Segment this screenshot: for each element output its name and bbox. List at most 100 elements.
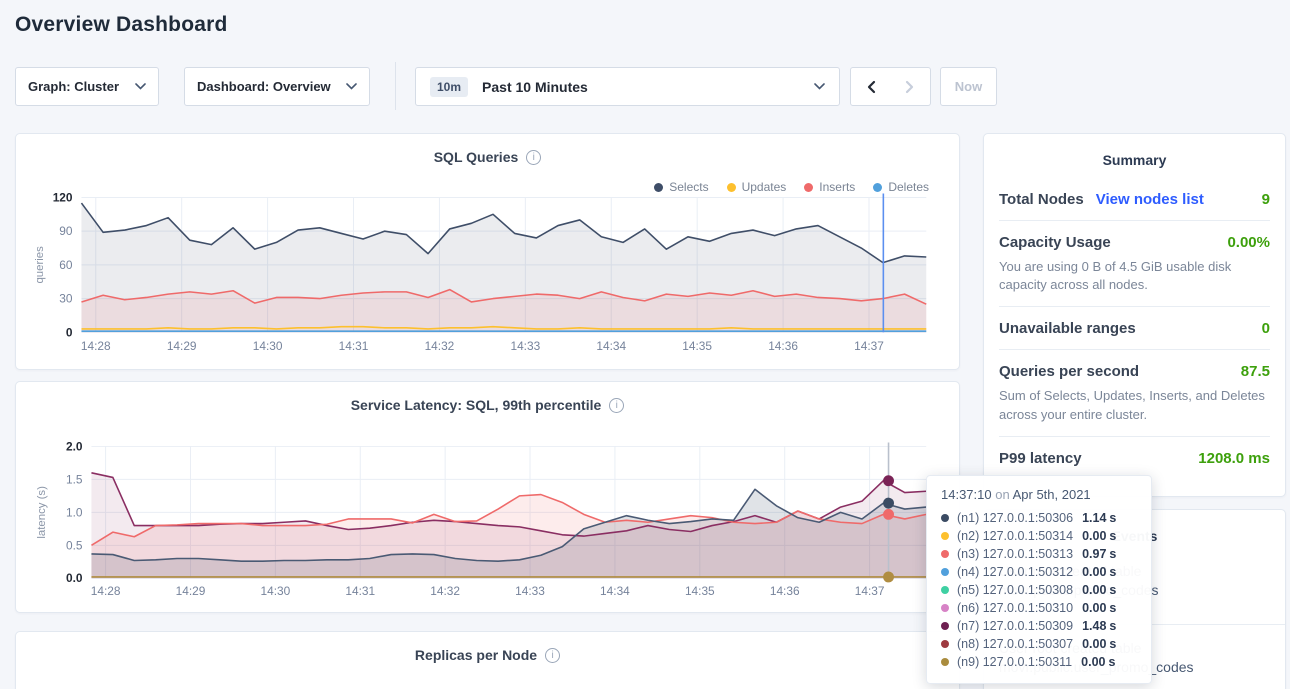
legend-dot-icon [727,183,736,192]
svg-text:90: 90 [59,224,73,238]
svg-text:1.0: 1.0 [66,505,83,519]
svg-text:0.0: 0.0 [66,571,83,585]
legend-label: Deletes [888,180,929,194]
tooltip-node-value: 0.00 [1082,529,1106,543]
summary-row-subtext: Sum of Selects, Updates, Inserts, and De… [999,387,1270,423]
tooltip-node-unit: s [1109,637,1116,651]
node-color-dot-icon [941,568,949,576]
svg-text:14:30: 14:30 [253,339,283,353]
svg-text:14:36: 14:36 [768,339,798,353]
info-icon[interactable]: i [545,648,560,663]
legend-item-selects[interactable]: Selects [654,180,708,194]
summary-row: Total Nodes View nodes list 9 [999,178,1270,220]
info-icon[interactable]: i [526,150,541,165]
time-range-next-button[interactable] [890,67,931,106]
service-latency-chart[interactable]: 14:2814:2914:3014:3114:3214:3314:3414:35… [16,382,959,612]
node-color-dot-icon [941,604,949,612]
tooltip-row: (n6) 127.0.0.1:503100.00s [941,599,1137,617]
summary-row-label: P99 latency [999,450,1082,467]
legend-item-updates[interactable]: Updates [727,180,787,194]
sql-queries-legend: Selects Updates Inserts Deletes [654,180,929,194]
tooltip-node-label: (n3) 127.0.0.1:50313 [957,547,1073,561]
tooltip-node-label: (n2) 127.0.0.1:50314 [957,529,1073,543]
time-range-prev-button[interactable] [850,67,891,106]
replicas-per-node-panel: Replicas per Node i [15,631,960,689]
tooltip-node-unit: s [1109,547,1116,561]
sql-queries-chart[interactable]: 14:2814:2914:3014:3114:3214:3314:3414:35… [16,134,959,369]
svg-text:60: 60 [59,258,73,272]
tooltip-date: Apr 5th, 2021 [1013,487,1091,502]
chevron-right-icon [905,80,915,94]
graph-dropdown[interactable]: Graph: Cluster [15,67,159,106]
summary-row: Queries per second87.5Sum of Selects, Up… [999,349,1270,435]
dashboard-dropdown[interactable]: Dashboard: Overview [184,67,370,106]
tooltip-node-label: (n7) 127.0.0.1:50309 [957,619,1073,633]
tooltip-node-label: (n8) 127.0.0.1:50307 [957,637,1073,651]
tooltip-node-label: (n6) 127.0.0.1:50310 [957,601,1073,615]
summary-row-value: 1208.0 ms [1198,450,1270,467]
svg-text:2.0: 2.0 [66,439,83,453]
summary-row-value: 87.5 [1241,363,1270,380]
tooltip-node-label: (n5) 127.0.0.1:50308 [957,583,1073,597]
tooltip-node-label: (n9) 127.0.0.1:50311 [957,655,1072,669]
replicas-per-node-title-text: Replicas per Node [415,647,537,663]
svg-text:120: 120 [53,190,73,204]
svg-text:14:28: 14:28 [81,339,111,353]
node-color-dot-icon [941,658,949,666]
summary-row-label: Total Nodes [999,191,1084,208]
node-color-dot-icon [941,550,949,558]
legend-item-inserts[interactable]: Inserts [804,180,855,194]
service-latency-title-text: Service Latency: SQL, 99th percentile [351,397,602,413]
svg-text:1.5: 1.5 [66,472,83,486]
tooltip-on-text: on [995,487,1009,502]
tooltip-node-unit: s [1109,565,1116,579]
svg-text:14:35: 14:35 [685,584,715,598]
chevron-left-icon [866,80,876,94]
svg-text:0.5: 0.5 [66,538,83,552]
tooltip-node-value: 1.48 [1082,619,1106,633]
svg-text:14:28: 14:28 [91,584,121,598]
graph-dropdown-label: Graph: Cluster [28,79,119,94]
legend-dot-icon [654,183,663,192]
summary-row: Unavailable ranges0 [999,306,1270,349]
svg-text:14:32: 14:32 [425,339,455,353]
tooltip-row: (n4) 127.0.0.1:503120.00s [941,563,1137,581]
tooltip-node-value: 0.00 [1082,583,1106,597]
now-button[interactable]: Now [940,67,997,106]
sql-queries-title-text: SQL Queries [434,149,519,165]
tooltip-row: (n9) 127.0.0.1:503110.00s [941,653,1137,671]
info-icon[interactable]: i [609,398,624,413]
svg-text:14:34: 14:34 [600,584,630,598]
tooltip-node-value: 0.97 [1082,547,1106,561]
tooltip-node-unit: s [1109,529,1116,543]
chevron-down-icon [135,83,146,90]
summary-row: Capacity Usage0.00%You are using 0 B of … [999,220,1270,306]
dashboard-dropdown-label: Dashboard: Overview [197,79,331,94]
time-range-badge: 10m [430,77,468,97]
svg-text:0: 0 [66,325,73,339]
tooltip-rows: (n1) 127.0.0.1:503061.14s(n2) 127.0.0.1:… [941,509,1137,671]
chart-tooltip: 14:37:10 on Apr 5th, 2021 (n1) 127.0.0.1… [926,475,1152,684]
node-color-dot-icon [941,514,949,522]
summary-title: Summary [984,134,1285,168]
node-color-dot-icon [941,586,949,594]
sql-queries-title: SQL Queries i [16,134,959,165]
summary-row-value: 9 [1262,191,1270,208]
svg-text:14:33: 14:33 [510,339,540,353]
tooltip-node-value: 0.00 [1082,601,1106,615]
tooltip-node-value: 0.00 [1081,655,1105,669]
view-nodes-list-link[interactable]: View nodes list [1096,191,1204,208]
tooltip-node-label: (n1) 127.0.0.1:50306 [957,511,1073,525]
svg-text:14:30: 14:30 [261,584,291,598]
chevron-down-icon [346,83,357,90]
tooltip-node-unit: s [1109,511,1116,525]
svg-text:14:29: 14:29 [176,584,206,598]
svg-text:30: 30 [59,292,73,306]
time-range-picker[interactable]: 10m Past 10 Minutes [415,67,840,106]
tooltip-node-value: 1.14 [1082,511,1106,525]
summary-row-label: Unavailable ranges [999,320,1136,337]
legend-item-deletes[interactable]: Deletes [873,180,929,194]
svg-text:14:29: 14:29 [167,339,197,353]
tooltip-node-label: (n4) 127.0.0.1:50312 [957,565,1073,579]
svg-text:latency (s): latency (s) [36,486,48,539]
